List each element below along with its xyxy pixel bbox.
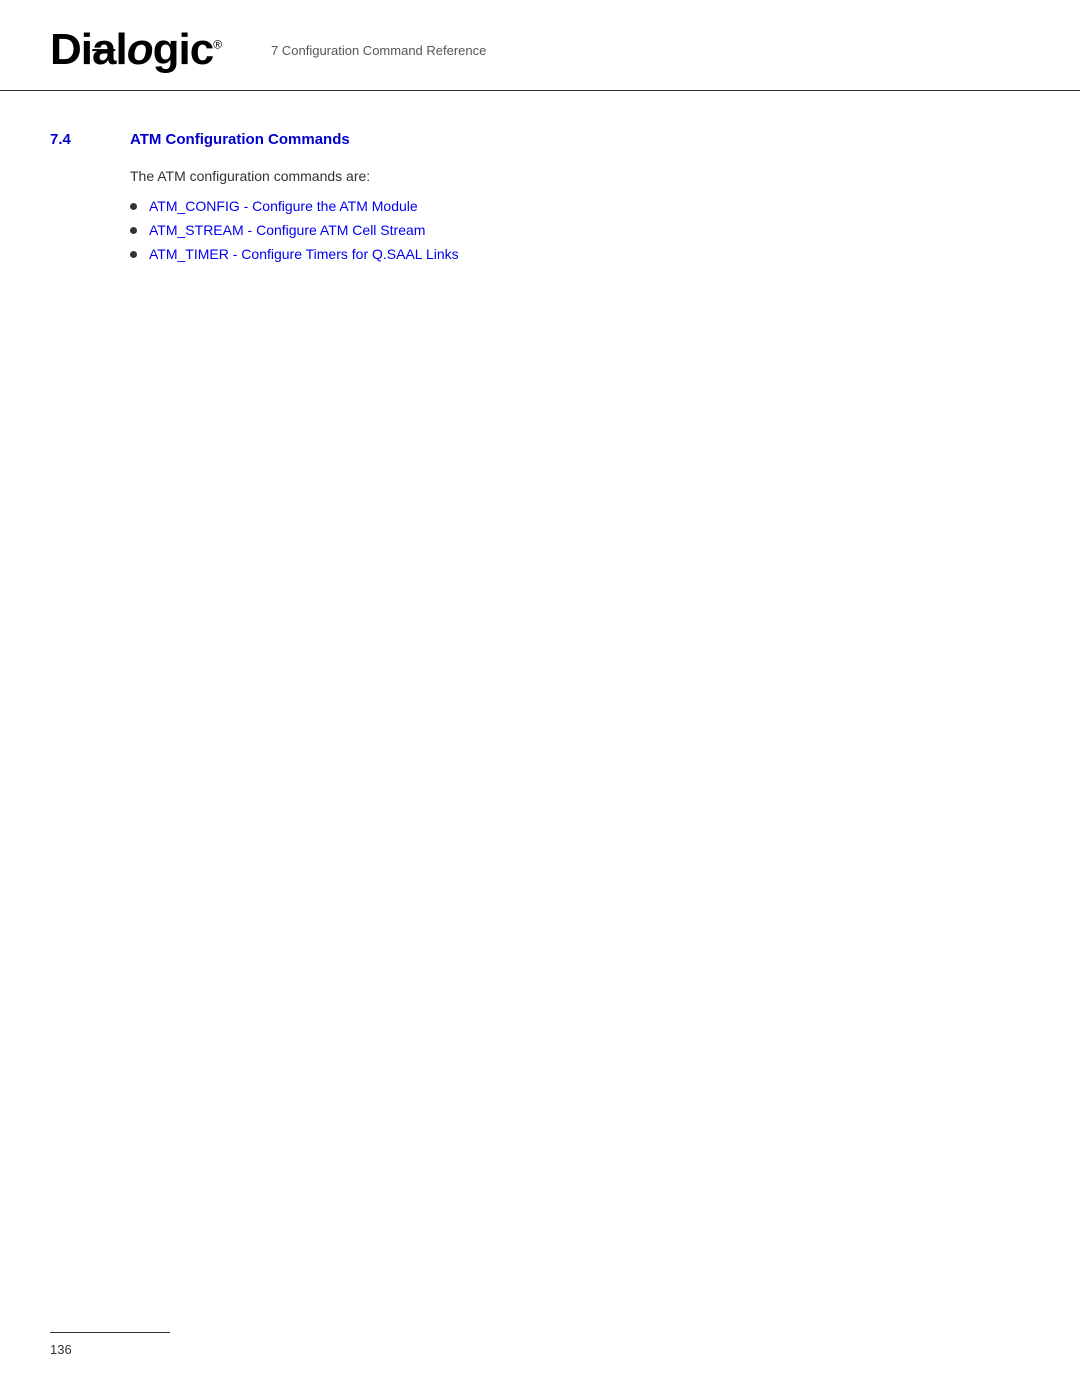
section-number: 7.4 xyxy=(50,131,110,148)
bullet-dot xyxy=(130,251,137,258)
header-nav-title: 7 Configuration Command Reference xyxy=(261,43,486,58)
section-header: 7.4 ATM Configuration Commands xyxy=(50,131,1030,148)
list-item: ATM_STREAM - Configure ATM Cell Stream xyxy=(130,222,1030,238)
section-intro: The ATM configuration commands are: xyxy=(130,168,1030,184)
section-title: ATM Configuration Commands xyxy=(130,131,350,148)
link-atm-timer[interactable]: ATM_TIMER - Configure Timers for Q.SAAL … xyxy=(149,246,459,262)
logo-text: Dialogic® xyxy=(50,28,221,72)
link-atm-config[interactable]: ATM_CONFIG - Configure the ATM Module xyxy=(149,198,418,214)
list-item: ATM_TIMER - Configure Timers for Q.SAAL … xyxy=(130,246,1030,262)
bullet-dot xyxy=(130,203,137,210)
footer-divider xyxy=(50,1332,170,1333)
list-item: ATM_CONFIG - Configure the ATM Module xyxy=(130,198,1030,214)
bullet-dot xyxy=(130,227,137,234)
page-header: Dialogic® 7 Configuration Command Refere… xyxy=(0,0,1080,91)
page-footer: 136 xyxy=(50,1332,1030,1357)
section-body: The ATM configuration commands are: ATM_… xyxy=(50,168,1030,262)
links-list: ATM_CONFIG - Configure the ATM Module AT… xyxy=(130,198,1030,262)
main-content: 7.4 ATM Configuration Commands The ATM c… xyxy=(0,91,1080,350)
page-number: 136 xyxy=(50,1342,72,1357)
logo: Dialogic® xyxy=(50,28,221,72)
registered-mark: ® xyxy=(213,37,221,51)
link-atm-stream[interactable]: ATM_STREAM - Configure ATM Cell Stream xyxy=(149,222,425,238)
